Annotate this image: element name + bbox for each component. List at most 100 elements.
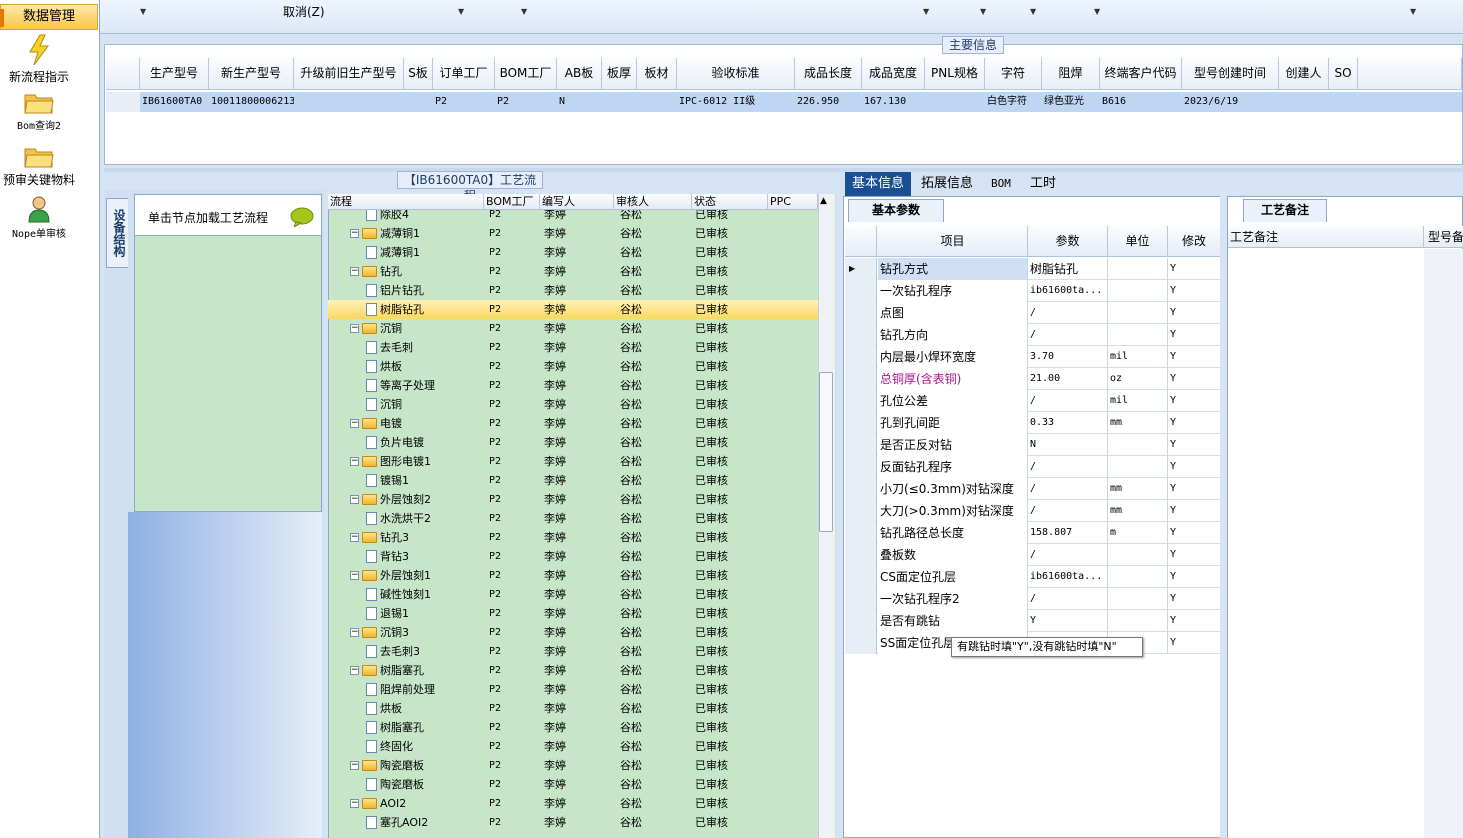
- main-col-header[interactable]: AB板: [557, 58, 602, 90]
- param-row[interactable]: 内层最小焊环宽度 3.70 mil Y: [845, 346, 1220, 368]
- tree-row[interactable]: 阻焊前处理 P2 李婷 谷松 已审核: [328, 680, 818, 699]
- param-row[interactable]: 孔位公差 / mil Y: [845, 390, 1220, 412]
- param-item[interactable]: 小刀(≤0.3mm)对钻深度: [878, 478, 1028, 500]
- main-cell[interactable]: P2: [497, 92, 557, 112]
- param-unit[interactable]: m: [1108, 522, 1168, 544]
- collapse-icon[interactable]: −: [350, 267, 359, 276]
- param-item[interactable]: 大刀(>0.3mm)对钻深度: [878, 500, 1028, 522]
- param-unit[interactable]: mil: [1108, 390, 1168, 412]
- collapse-icon[interactable]: −: [350, 761, 359, 770]
- collapse-icon[interactable]: −: [350, 419, 359, 428]
- tree-row[interactable]: 沉铜 P2 李婷 谷松 已审核: [328, 395, 818, 414]
- main-cell[interactable]: N: [559, 92, 602, 112]
- tree-row[interactable]: − 减薄铜1 P2 李婷 谷松 已审核: [328, 224, 818, 243]
- param-unit[interactable]: [1108, 544, 1168, 566]
- param-modify[interactable]: Y: [1168, 456, 1220, 478]
- param-unit[interactable]: mm: [1108, 412, 1168, 434]
- dropdown-arrow-icon[interactable]: ▼: [1410, 7, 1416, 16]
- col-process-remark[interactable]: 工艺备注: [1228, 226, 1424, 248]
- collapse-icon[interactable]: −: [350, 495, 359, 504]
- tab-work-hours[interactable]: 工时: [1023, 172, 1063, 196]
- tree-row[interactable]: 背钻3 P2 李婷 谷松 已审核: [328, 547, 818, 566]
- main-cell[interactable]: 绿色亚光: [1044, 92, 1100, 112]
- param-unit[interactable]: oz: [1108, 368, 1168, 390]
- param-row[interactable]: 叠板数 / Y: [845, 544, 1220, 566]
- param-item[interactable]: 是否正反对钻: [878, 434, 1028, 456]
- param-modify[interactable]: Y: [1168, 588, 1220, 610]
- main-cell[interactable]: 2023/6/19: [1184, 92, 1279, 112]
- param-modify[interactable]: Y: [1168, 280, 1220, 302]
- param-item[interactable]: 一次钻孔程序: [878, 280, 1028, 302]
- main-cell[interactable]: [927, 92, 985, 112]
- param-value[interactable]: /: [1028, 478, 1108, 500]
- scrollbar-thumb[interactable]: [819, 372, 833, 532]
- col-reviewer[interactable]: 审核人: [614, 194, 692, 210]
- tree-row[interactable]: 塞孔AOI2 P2 李婷 谷松 已审核: [328, 813, 818, 832]
- param-unit[interactable]: [1108, 610, 1168, 632]
- param-item[interactable]: 孔位公差: [878, 390, 1028, 412]
- tab-basic-info[interactable]: 基本信息: [845, 172, 912, 196]
- tree-row[interactable]: 陶瓷磨板 P2 李婷 谷松 已审核: [328, 775, 818, 794]
- param-modify[interactable]: Y: [1168, 478, 1220, 500]
- tree-row[interactable]: 烘板 P2 李婷 谷松 已审核: [328, 357, 818, 376]
- tree-row[interactable]: − 钻孔 P2 李婷 谷松 已审核: [328, 262, 818, 281]
- tree-node[interactable]: − 树脂塞孔: [350, 661, 424, 680]
- tree-row[interactable]: 退锡1 P2 李婷 谷松 已审核: [328, 604, 818, 623]
- dropdown-arrow-icon[interactable]: ▼: [1030, 7, 1036, 16]
- collapse-icon[interactable]: −: [350, 666, 359, 675]
- param-value[interactable]: /: [1028, 588, 1108, 610]
- tree-row[interactable]: 除胶4 P2 李婷 谷松 已审核: [328, 210, 818, 224]
- param-modify[interactable]: Y: [1168, 544, 1220, 566]
- tree-node[interactable]: 背钻3: [366, 547, 409, 566]
- nav-item-new-flow[interactable]: 新流程指示: [0, 34, 78, 85]
- main-cell[interactable]: 10011800006213: [211, 92, 294, 112]
- tree-row[interactable]: − 钻孔3 P2 李婷 谷松 已审核: [328, 528, 818, 547]
- main-cell[interactable]: [1331, 92, 1358, 112]
- tree-row[interactable]: 终固化 P2 李婷 谷松 已审核: [328, 737, 818, 756]
- col-ppc[interactable]: PPC: [768, 194, 818, 210]
- tree-row[interactable]: 减薄铜1 P2 李婷 谷松 已审核: [328, 243, 818, 262]
- tree-node[interactable]: 去毛刺3: [366, 642, 420, 661]
- cancel-button[interactable]: 取消(Z): [283, 3, 325, 20]
- param-item[interactable]: 孔到孔间距: [878, 412, 1028, 434]
- col-status[interactable]: 状态: [692, 194, 768, 210]
- tree-row[interactable]: 镀锡1 P2 李婷 谷松 已审核: [328, 471, 818, 490]
- param-unit[interactable]: [1108, 588, 1168, 610]
- tree-row[interactable]: − 电镀 P2 李婷 谷松 已审核: [328, 414, 818, 433]
- col-writer[interactable]: 编写人: [540, 194, 614, 210]
- tree-node[interactable]: 减薄铜1: [366, 243, 420, 262]
- tab-basic-params[interactable]: 基本参数: [848, 199, 944, 222]
- tree-row[interactable]: − 外层蚀刻2 P2 李婷 谷松 已审核: [328, 490, 818, 509]
- param-item[interactable]: 钻孔路径总长度: [878, 522, 1028, 544]
- main-col-header[interactable]: 板厚: [602, 58, 637, 90]
- param-row[interactable]: 钻孔方向 / Y: [845, 324, 1220, 346]
- param-item[interactable]: 叠板数: [878, 544, 1028, 566]
- tree-node[interactable]: 除胶4: [366, 210, 409, 224]
- tree-row[interactable]: − 沉铜 P2 李婷 谷松 已审核: [328, 319, 818, 338]
- tree-row[interactable]: − AOI2 P2 李婷 谷松 已审核: [328, 794, 818, 813]
- tree-node[interactable]: − 减薄铜1: [350, 224, 420, 243]
- tree-node[interactable]: − 图形电镀1: [350, 452, 431, 471]
- dropdown-arrow-icon[interactable]: ▼: [1094, 7, 1100, 16]
- tree-node[interactable]: 陶瓷磨板: [366, 775, 424, 794]
- collapse-icon[interactable]: −: [350, 324, 359, 333]
- param-item[interactable]: 总铜厚(含表铜): [878, 368, 1028, 390]
- param-item[interactable]: CS面定位孔层: [878, 566, 1028, 588]
- param-unit[interactable]: mm: [1108, 478, 1168, 500]
- param-row[interactable]: CS面定位孔层 ib61600ta... Y: [845, 566, 1220, 588]
- param-row[interactable]: 反面钻孔程序 / Y: [845, 456, 1220, 478]
- col-bom-factory[interactable]: BOM工厂: [484, 194, 540, 210]
- tree-node[interactable]: 铝片钻孔: [366, 281, 424, 300]
- main-col-header[interactable]: PNL规格: [925, 58, 985, 90]
- tree-node[interactable]: − 电镀: [350, 414, 402, 433]
- dropdown-arrow-icon[interactable]: ▼: [980, 7, 986, 16]
- collapse-icon[interactable]: −: [350, 533, 359, 542]
- main-col-header[interactable]: 字符: [985, 58, 1042, 90]
- param-row[interactable]: ▶ 钻孔方式 树脂钻孔 Y: [845, 258, 1220, 280]
- param-row[interactable]: 小刀(≤0.3mm)对钻深度 / mm Y: [845, 478, 1220, 500]
- collapse-icon[interactable]: −: [350, 628, 359, 637]
- collapse-icon[interactable]: −: [350, 799, 359, 808]
- dropdown-arrow-icon[interactable]: ▼: [140, 7, 146, 16]
- main-col-header[interactable]: 型号创建时间: [1182, 58, 1279, 90]
- param-value[interactable]: ib61600ta...: [1028, 566, 1108, 588]
